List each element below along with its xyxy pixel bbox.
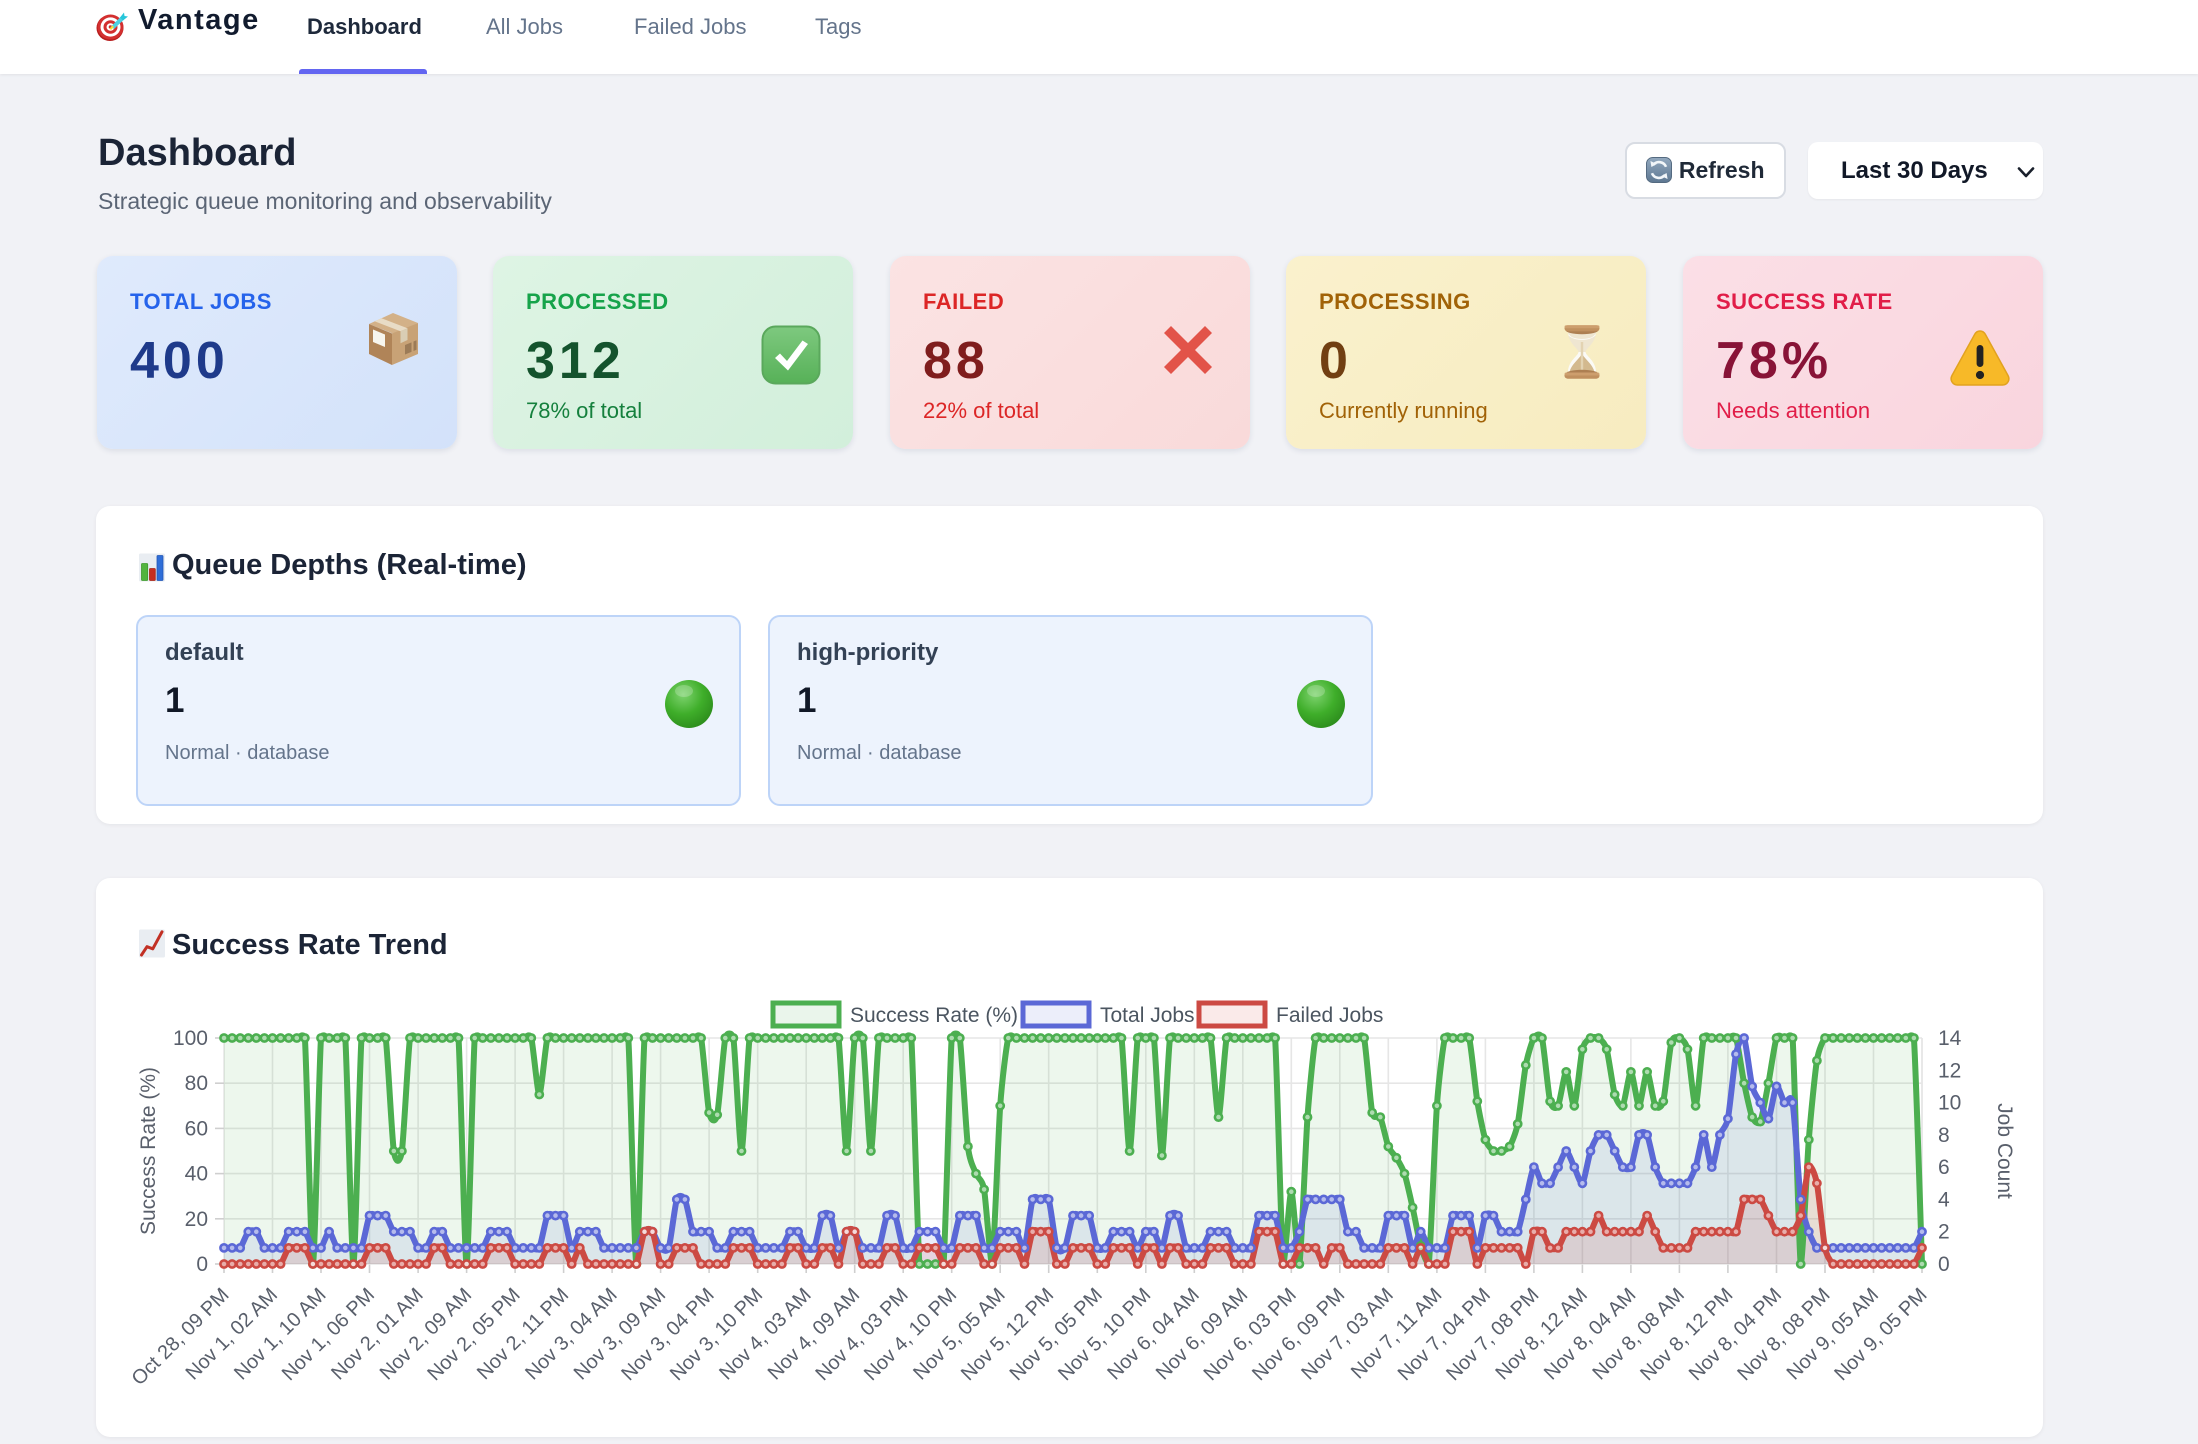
svg-text:12: 12 xyxy=(1938,1059,1961,1082)
svg-text:Success Rate (%): Success Rate (%) xyxy=(850,1004,1018,1027)
svg-text:60: 60 xyxy=(185,1117,208,1140)
svg-text:4: 4 xyxy=(1938,1188,1950,1211)
svg-text:Total Jobs: Total Jobs xyxy=(1100,1004,1195,1027)
svg-text:8: 8 xyxy=(1938,1124,1950,1147)
svg-text:Success Rate (%): Success Rate (%) xyxy=(137,1067,160,1235)
svg-text:20: 20 xyxy=(185,1208,208,1231)
svg-text:40: 40 xyxy=(185,1163,208,1186)
svg-text:14: 14 xyxy=(1938,1027,1962,1050)
svg-text:Failed Jobs: Failed Jobs xyxy=(1276,1004,1383,1027)
svg-text:10: 10 xyxy=(1938,1092,1961,1115)
svg-text:0: 0 xyxy=(196,1253,208,1276)
svg-text:100: 100 xyxy=(173,1027,208,1050)
svg-text:6: 6 xyxy=(1938,1156,1950,1179)
svg-text:0: 0 xyxy=(1938,1253,1950,1276)
svg-text:Job Count: Job Count xyxy=(1993,1103,2016,1199)
svg-text:2: 2 xyxy=(1938,1221,1950,1244)
svg-text:80: 80 xyxy=(185,1072,208,1095)
